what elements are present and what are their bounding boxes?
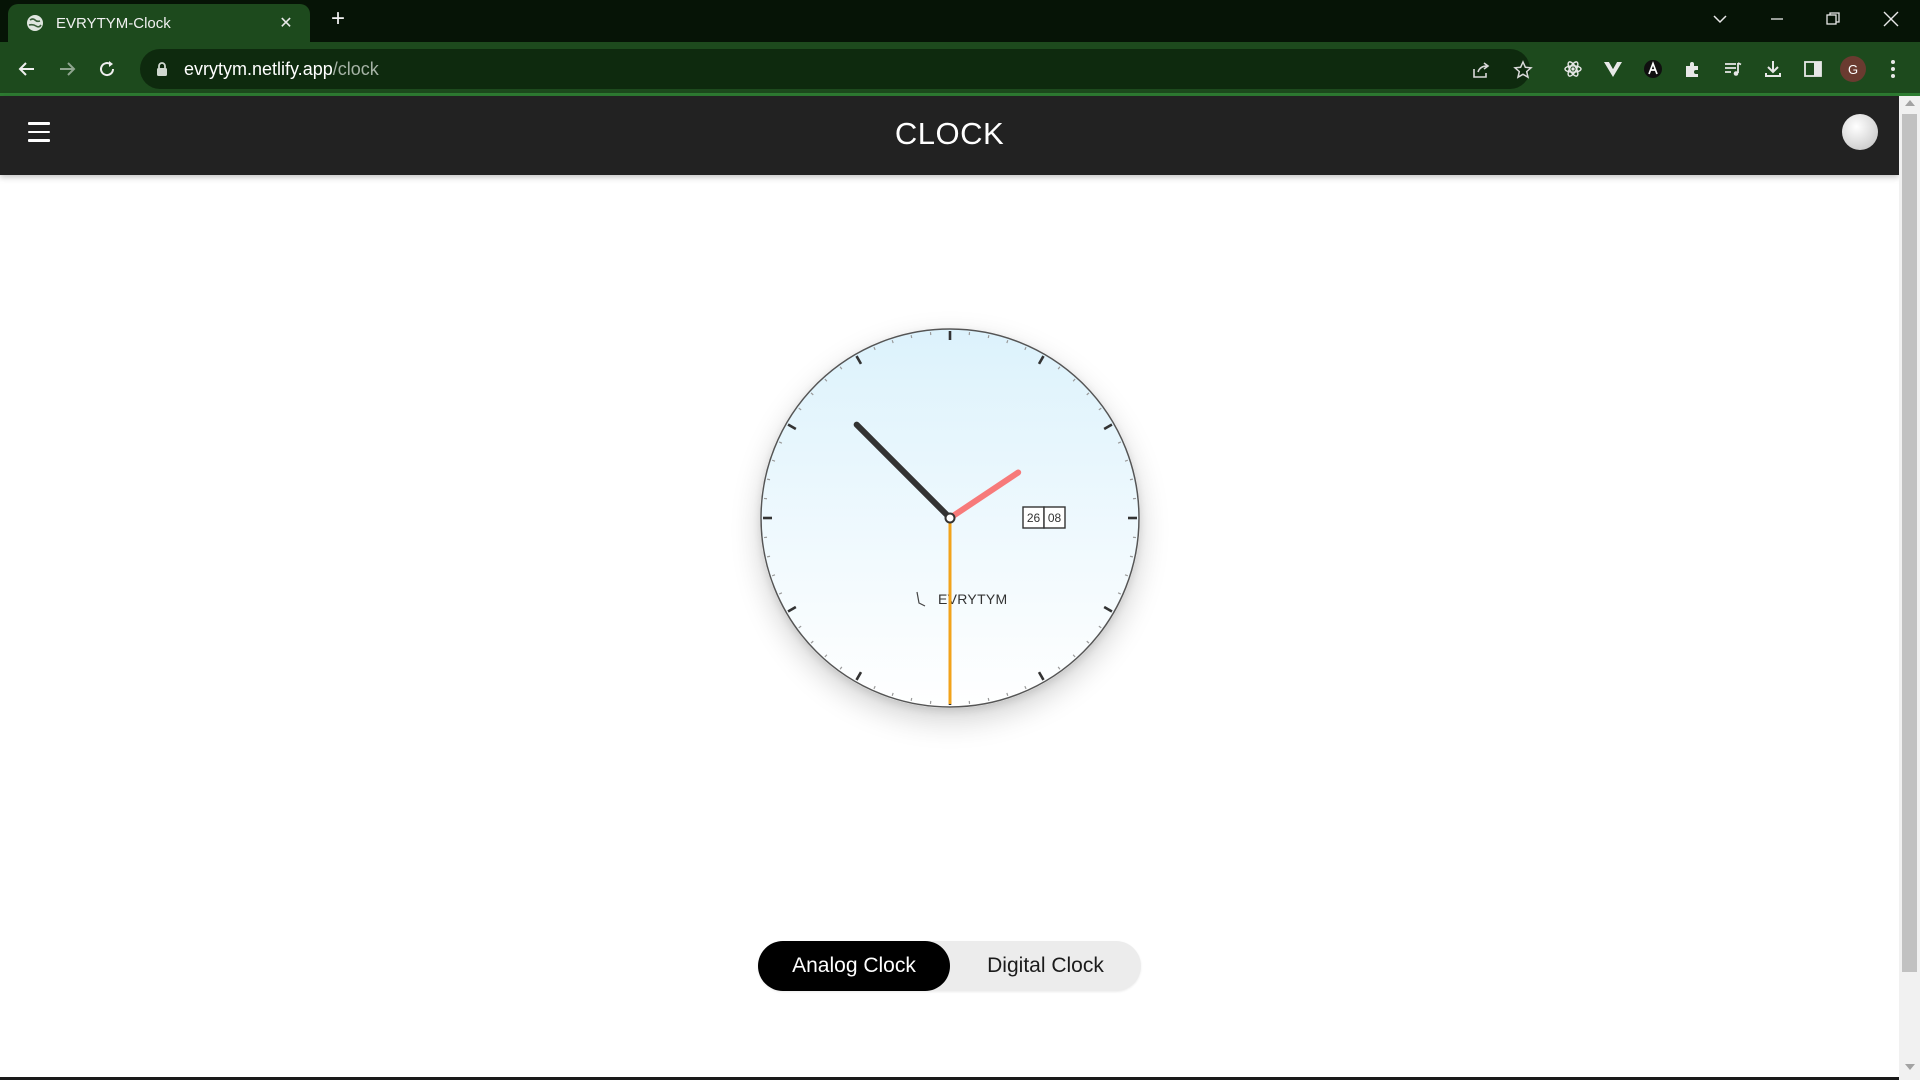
share-icon[interactable] — [1470, 59, 1492, 81]
extensions-puzzle-icon[interactable] — [1680, 56, 1706, 82]
reload-icon[interactable] — [92, 54, 122, 84]
media-queue-icon[interactable] — [1720, 56, 1746, 82]
analog-clock: 26 08 EVRYTYM — [760, 328, 1140, 708]
center-pin — [944, 512, 956, 524]
scroll-up-arrow-icon[interactable] — [1905, 100, 1915, 106]
react-devtools-icon[interactable] — [1560, 56, 1586, 82]
window-close-icon[interactable] — [1876, 0, 1906, 38]
font-extension-icon[interactable] — [1640, 56, 1666, 82]
minute-tick — [766, 478, 771, 481]
url-path: /clock — [332, 58, 379, 79]
browser-menu-icon[interactable] — [1880, 56, 1906, 82]
date-month: 08 — [1048, 511, 1062, 525]
side-panel-icon[interactable] — [1800, 56, 1826, 82]
minimize-icon[interactable] — [1762, 0, 1792, 38]
tab-search-chevron-icon[interactable] — [1706, 0, 1734, 38]
scroll-thumb[interactable] — [1902, 114, 1917, 972]
forward-arrow-icon[interactable] — [52, 54, 82, 84]
minute-tick — [766, 555, 771, 558]
url-text: evrytym.netlify.app/clock — [184, 59, 379, 80]
date-window: 26 08 — [1022, 506, 1066, 529]
minute-tick — [987, 697, 990, 702]
analog-clock-button[interactable]: Analog Clock — [758, 941, 950, 991]
user-avatar[interactable] — [1842, 114, 1878, 150]
minute-tick — [910, 334, 913, 339]
page-title: CLOCK — [894, 116, 1005, 151]
globe-icon — [26, 14, 44, 32]
lock-icon — [154, 61, 170, 77]
tab-title: EVRYTYM-Clock — [56, 14, 171, 32]
page-scrollbar[interactable] — [1899, 96, 1920, 1080]
profile-avatar[interactable]: G — [1840, 56, 1866, 82]
browser-tab[interactable]: EVRYTYM-Clock ✕ — [8, 4, 310, 42]
vue-devtools-icon[interactable] — [1600, 56, 1626, 82]
app-header: CLOCK — [0, 96, 1899, 175]
address-bar[interactable]: evrytym.netlify.app/clock — [140, 49, 1533, 89]
restore-icon[interactable] — [1818, 0, 1848, 38]
minute-tick — [1129, 478, 1134, 481]
digital-clock-button[interactable]: Digital Clock — [950, 941, 1141, 991]
back-arrow-icon[interactable] — [12, 54, 42, 84]
new-tab-plus-icon[interactable]: + — [326, 7, 350, 32]
close-icon[interactable]: ✕ — [276, 13, 296, 33]
browser-tab-strip: EVRYTYM-Clock ✕ + — [0, 0, 1920, 42]
clock-mode-toggle: Analog Clock Digital Clock — [758, 941, 1141, 991]
browser-toolbar: evrytym.netlify.app/clock G — [0, 42, 1920, 96]
minute-tick — [910, 697, 913, 702]
bookmark-star-icon[interactable] — [1512, 59, 1534, 81]
minute-tick — [987, 334, 990, 339]
clock-face: 26 08 EVRYTYM — [760, 328, 1140, 708]
minute-tick — [1129, 555, 1134, 558]
date-day: 26 — [1027, 511, 1041, 525]
url-domain: evrytym.netlify.app — [184, 58, 333, 79]
scroll-down-arrow-icon[interactable] — [1905, 1064, 1915, 1070]
clock-brand: EVRYTYM — [938, 591, 1008, 607]
download-icon[interactable] — [1760, 56, 1786, 82]
